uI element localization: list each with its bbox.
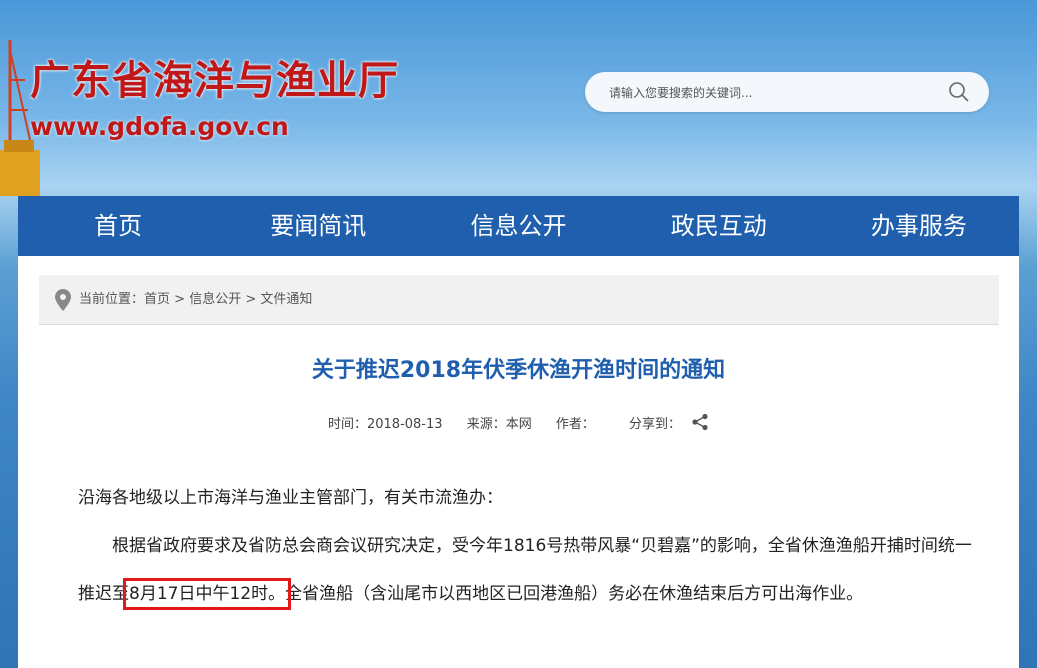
- meta-share-label: 分享到：: [629, 417, 682, 432]
- site-title: 广东省海洋与渔业厅: [30, 58, 399, 104]
- paragraph-text-after: 全省渔船（含汕尾市以西地区已回港渔船）务必在休渔结束后方可出海作业。: [285, 584, 864, 604]
- location-pin-icon: [55, 289, 71, 311]
- nav-item-services[interactable]: 办事服务: [819, 196, 1019, 256]
- breadcrumb-item-home[interactable]: 首页: [144, 292, 170, 307]
- breadcrumb-item-info-public[interactable]: 信息公开: [189, 292, 241, 307]
- main-nav: 首页 要闻简讯 信息公开 政民互动 办事服务: [18, 196, 1019, 256]
- breadcrumb: 当前位置：首页 > 信息公开 > 文件通知: [39, 275, 999, 325]
- meta-share: 分享到：: [619, 413, 709, 432]
- breadcrumb-separator: >: [170, 292, 190, 307]
- article-body: 沿海各地级以上市海洋与渔业主管部门，有关市流渔办： 根据省政府要求及省防总会商会…: [78, 474, 978, 618]
- nav-item-home[interactable]: 首页: [18, 196, 218, 256]
- article-greeting: 沿海各地级以上市海洋与渔业主管部门，有关市流渔办：: [78, 488, 503, 508]
- meta-time: 时间：2018-08-13: [327, 417, 443, 432]
- site-url[interactable]: www.gdofa.gov.cn: [30, 112, 289, 141]
- breadcrumb-text: 当前位置：首页 > 信息公开 > 文件通知: [79, 275, 312, 324]
- article-meta: 时间：2018-08-13 来源：本网 作者： 分享到：: [18, 413, 1019, 432]
- search-box: [585, 72, 989, 112]
- highlighted-date: 8月17日中午12时。: [122, 578, 292, 610]
- search-icon[interactable]: [947, 80, 971, 104]
- breadcrumb-prefix: 当前位置：: [79, 292, 145, 307]
- share-icon[interactable]: [691, 413, 709, 431]
- article-paragraph: 根据省政府要求及省防总会商会议研究决定，受今年1816号热带风暴“贝碧嘉”的影响…: [78, 522, 978, 618]
- search-input[interactable]: [607, 82, 941, 104]
- meta-source: 来源：本网: [466, 417, 532, 432]
- article-title: 关于推迟2018年伏季休渔开渔时间的通知: [311, 358, 726, 383]
- breadcrumb-separator: >: [241, 292, 261, 307]
- breadcrumb-item-file-notice[interactable]: 文件通知: [260, 292, 312, 307]
- site-header: 广东省海洋与渔业厅 www.gdofa.gov.cn: [0, 0, 1037, 196]
- content-panel: 当前位置：首页 > 信息公开 > 文件通知 关于推迟2018年伏季休渔开渔时间的…: [18, 256, 1019, 668]
- nav-item-interaction[interactable]: 政民互动: [619, 196, 819, 256]
- nav-item-news[interactable]: 要闻简讯: [218, 196, 418, 256]
- meta-author: 作者：: [555, 417, 595, 432]
- nav-item-info-public[interactable]: 信息公开: [418, 196, 618, 256]
